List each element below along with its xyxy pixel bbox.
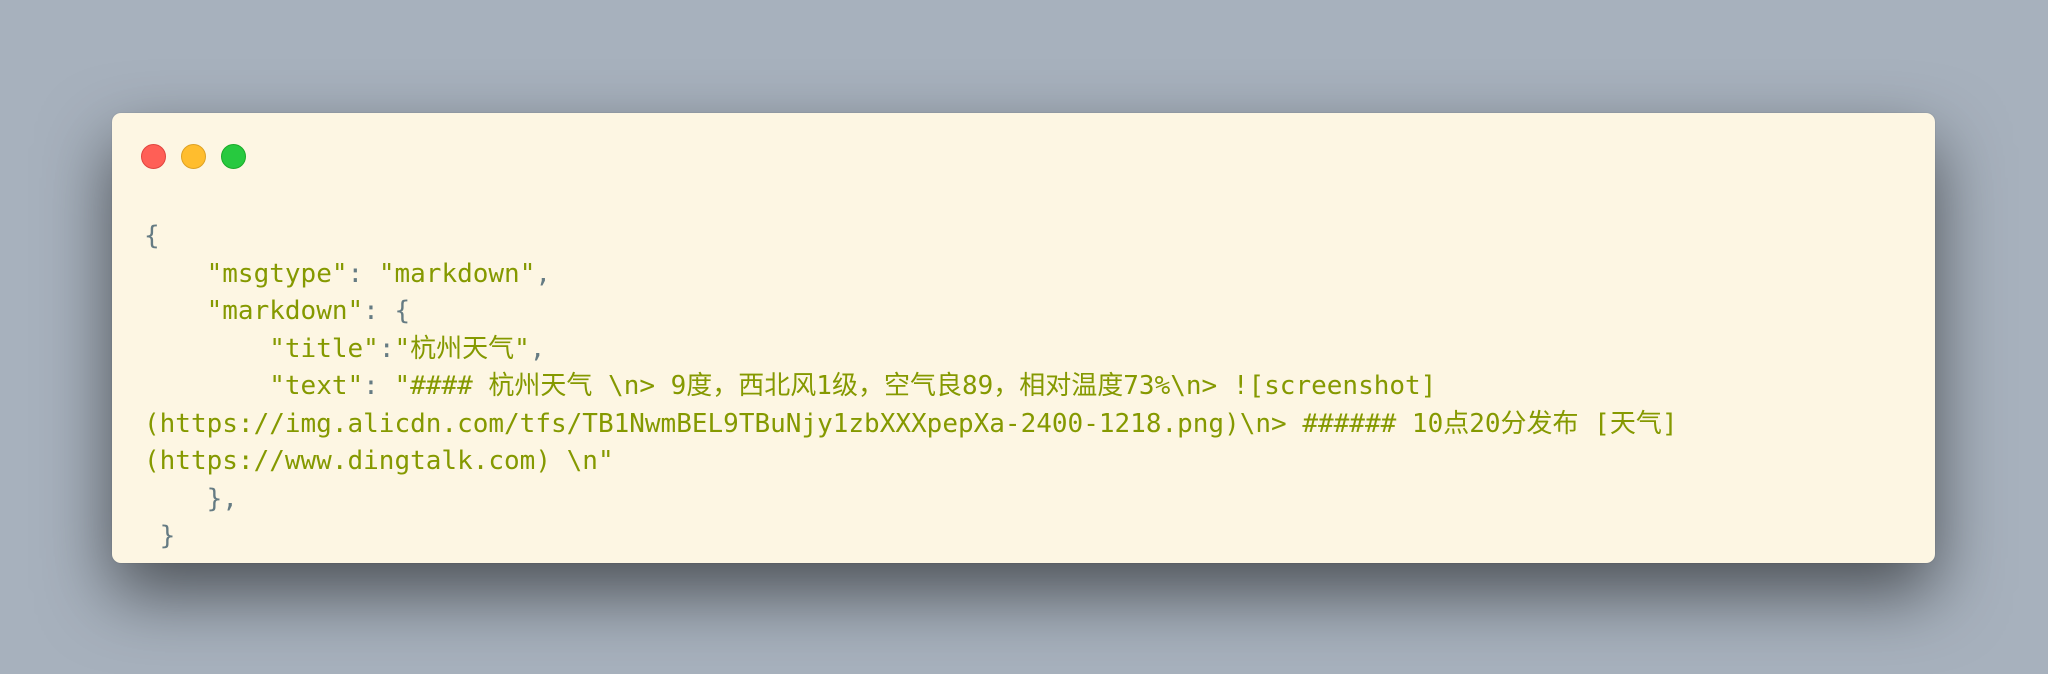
- code-token: :: [378, 333, 395, 364]
- code-line: },: [144, 481, 1914, 519]
- zoom-icon[interactable]: [221, 144, 246, 169]
- code-token: "杭州天气": [394, 333, 530, 364]
- code-window: { "msgtype": "markdown", "markdown": { "…: [112, 113, 1935, 563]
- code-token: (https://www.dingtalk.com) \n": [144, 446, 614, 476]
- code-line: {: [144, 218, 1914, 256]
- minimize-icon[interactable]: [181, 144, 206, 169]
- code-token: "markdown": [206, 296, 364, 326]
- code-token: },: [144, 483, 238, 514]
- code-line: "msgtype": "markdown",: [144, 256, 1914, 294]
- code-block: { "msgtype": "markdown", "markdown": { "…: [144, 218, 1914, 556]
- code-token: :: [363, 371, 395, 401]
- code-token: "markdown": [378, 258, 536, 289]
- code-token: : {: [363, 296, 411, 326]
- close-icon[interactable]: [141, 144, 166, 169]
- code-line: "text": "#### 杭州天气 \n> 9度，西北风1级，空气良89，相对…: [144, 368, 1914, 406]
- code-token: :: [347, 258, 379, 289]
- code-token: ,: [529, 333, 546, 364]
- code-token: "title": [269, 333, 379, 364]
- code-line: }: [144, 518, 1914, 556]
- code-line: (https://www.dingtalk.com) \n": [144, 443, 1914, 481]
- code-token: {: [144, 221, 160, 251]
- code-token: ,: [535, 258, 552, 289]
- code-token: }: [144, 521, 176, 551]
- code-token: (https://img.alicdn.com/tfs/TB1NwmBEL9TB…: [144, 408, 1678, 439]
- code-line: "title":"杭州天气",: [144, 331, 1914, 369]
- code-token: "text": [269, 371, 364, 401]
- code-token: "#### 杭州天气 \n> 9度，西北风1级，空气良89，相对温度73%\n>…: [394, 371, 1437, 401]
- code-token: "msgtype": [206, 258, 348, 289]
- code-line: "markdown": {: [144, 293, 1914, 331]
- code-line: (https://img.alicdn.com/tfs/TB1NwmBEL9TB…: [144, 406, 1914, 444]
